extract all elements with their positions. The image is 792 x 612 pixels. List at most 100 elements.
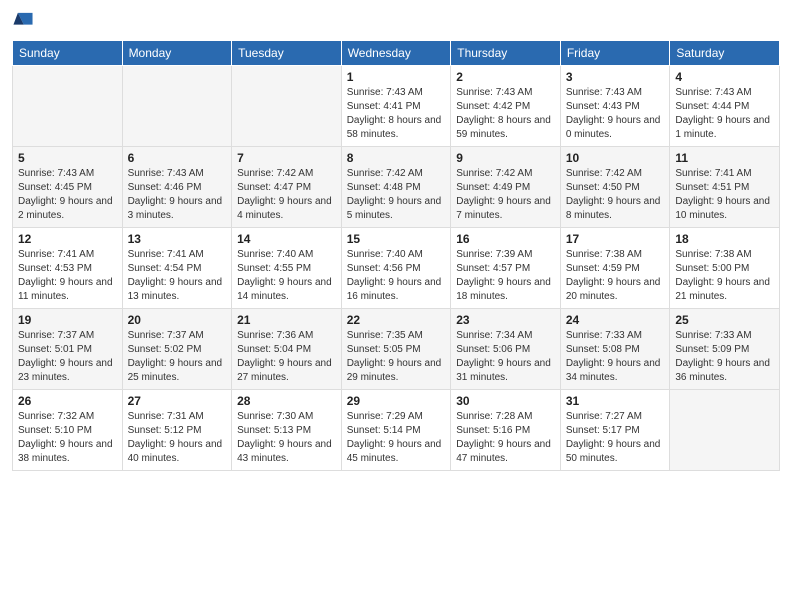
calendar-cell: 15 Sunrise: 7:40 AM Sunset: 4:56 PM Dayli… bbox=[341, 228, 451, 309]
day-number: 7 bbox=[237, 151, 336, 165]
day-number: 24 bbox=[566, 313, 665, 327]
calendar-cell: 3 Sunrise: 7:43 AM Sunset: 4:43 PM Daylig… bbox=[560, 66, 670, 147]
calendar-week-2: 5Sunrise: 7:43 AM Sunset: 4:45 PM Daylig… bbox=[13, 147, 780, 228]
calendar-weekday-sunday: Sunday bbox=[13, 41, 123, 66]
page-header bbox=[12, 10, 780, 32]
day-number: 14 bbox=[237, 232, 336, 246]
day-number: 18 bbox=[675, 232, 774, 246]
day-number: 29 bbox=[347, 394, 446, 408]
calendar-cell: 9 Sunrise: 7:42 AM Sunset: 4:49 PM Daylig… bbox=[451, 147, 561, 228]
day-number: 19 bbox=[18, 313, 117, 327]
day-info: Sunrise: 7:41 AM Sunset: 4:53 PM Dayligh… bbox=[18, 248, 117, 304]
day-number: 6 bbox=[128, 151, 227, 165]
calendar-cell: 20 Sunrise: 7:37 AM Sunset: 5:02 PM Dayli… bbox=[122, 309, 232, 390]
day-number: 23 bbox=[456, 313, 555, 327]
calendar-cell: 11 Sunrise: 7:41 AM Sunset: 4:51 PM Dayli… bbox=[670, 147, 780, 228]
day-number: 17 bbox=[566, 232, 665, 246]
calendar-cell: 24Sunrise: 7:33 AM Sunset: 5:08 PM Dayli… bbox=[560, 309, 670, 390]
calendar-cell: 13Sunrise: 7:41 AM Sunset: 4:54 PM Dayli… bbox=[122, 228, 232, 309]
calendar-cell: 27Sunrise: 7:31 AM Sunset: 5:12 PM Dayli… bbox=[122, 390, 232, 471]
calendar-cell: 19 Sunrise: 7:37 AM Sunset: 5:01 PM Dayli… bbox=[13, 309, 123, 390]
day-info: Sunrise: 7:37 AM Sunset: 5:01 PM Dayligh… bbox=[18, 329, 117, 385]
calendar-week-5: 26 Sunrise: 7:32 AM Sunset: 5:10 PM Dayli… bbox=[13, 390, 780, 471]
calendar-week-1: 1 Sunrise: 7:43 AM Sunset: 4:41 PM Daylig… bbox=[13, 66, 780, 147]
day-number: 13 bbox=[128, 232, 227, 246]
calendar-cell: 12 Sunrise: 7:41 AM Sunset: 4:53 PM Dayli… bbox=[13, 228, 123, 309]
day-info: Sunrise: 7:38 AM Sunset: 4:59 PM Dayligh… bbox=[566, 248, 665, 304]
day-number: 16 bbox=[456, 232, 555, 246]
calendar-cell bbox=[122, 66, 232, 147]
calendar-cell: 18 Sunrise: 7:38 AM Sunset: 5:00 PM Dayli… bbox=[670, 228, 780, 309]
day-info: Sunrise: 7:32 AM Sunset: 5:10 PM Dayligh… bbox=[18, 410, 117, 466]
calendar-weekday-tuesday: Tuesday bbox=[232, 41, 342, 66]
day-number: 20 bbox=[128, 313, 227, 327]
day-info: Sunrise: 7:40 AM Sunset: 4:56 PM Dayligh… bbox=[347, 248, 446, 304]
day-number: 15 bbox=[347, 232, 446, 246]
page-container: SundayMondayTuesdayWednesdayThursdayFrid… bbox=[0, 0, 792, 479]
day-number: 12 bbox=[18, 232, 117, 246]
calendar-cell: 5Sunrise: 7:43 AM Sunset: 4:45 PM Daylig… bbox=[13, 147, 123, 228]
day-number: 31 bbox=[566, 394, 665, 408]
calendar-weekday-saturday: Saturday bbox=[670, 41, 780, 66]
day-info: Sunrise: 7:34 AM Sunset: 5:06 PM Dayligh… bbox=[456, 329, 555, 385]
calendar-cell: 10 Sunrise: 7:42 AM Sunset: 4:50 PM Dayli… bbox=[560, 147, 670, 228]
logo bbox=[12, 10, 38, 32]
calendar-cell: 23 Sunrise: 7:34 AM Sunset: 5:06 PM Dayli… bbox=[451, 309, 561, 390]
calendar-week-4: 19 Sunrise: 7:37 AM Sunset: 5:01 PM Dayli… bbox=[13, 309, 780, 390]
day-number: 3 bbox=[566, 70, 665, 84]
calendar-cell: 30 Sunrise: 7:28 AM Sunset: 5:16 PM Dayli… bbox=[451, 390, 561, 471]
calendar-cell bbox=[13, 66, 123, 147]
day-number: 26 bbox=[18, 394, 117, 408]
day-info: Sunrise: 7:43 AM Sunset: 4:43 PM Dayligh… bbox=[566, 86, 665, 142]
calendar-cell: 1 Sunrise: 7:43 AM Sunset: 4:41 PM Daylig… bbox=[341, 66, 451, 147]
calendar-cell: 16Sunrise: 7:39 AM Sunset: 4:57 PM Dayli… bbox=[451, 228, 561, 309]
day-info: Sunrise: 7:42 AM Sunset: 4:49 PM Dayligh… bbox=[456, 167, 555, 223]
day-info: Sunrise: 7:40 AM Sunset: 4:55 PM Dayligh… bbox=[237, 248, 336, 304]
day-number: 5 bbox=[18, 151, 117, 165]
calendar-cell: 22Sunrise: 7:35 AM Sunset: 5:05 PM Dayli… bbox=[341, 309, 451, 390]
day-info: Sunrise: 7:41 AM Sunset: 4:51 PM Dayligh… bbox=[675, 167, 774, 223]
day-number: 25 bbox=[675, 313, 774, 327]
calendar-header-row: SundayMondayTuesdayWednesdayThursdayFrid… bbox=[13, 41, 780, 66]
day-number: 2 bbox=[456, 70, 555, 84]
day-info: Sunrise: 7:38 AM Sunset: 5:00 PM Dayligh… bbox=[675, 248, 774, 304]
calendar-cell: 21 Sunrise: 7:36 AM Sunset: 5:04 PM Dayli… bbox=[232, 309, 342, 390]
day-number: 11 bbox=[675, 151, 774, 165]
calendar-weekday-friday: Friday bbox=[560, 41, 670, 66]
calendar-weekday-monday: Monday bbox=[122, 41, 232, 66]
day-number: 4 bbox=[675, 70, 774, 84]
day-info: Sunrise: 7:43 AM Sunset: 4:41 PM Dayligh… bbox=[347, 86, 446, 142]
calendar-cell: 29 Sunrise: 7:29 AM Sunset: 5:14 PM Dayli… bbox=[341, 390, 451, 471]
day-number: 21 bbox=[237, 313, 336, 327]
day-info: Sunrise: 7:28 AM Sunset: 5:16 PM Dayligh… bbox=[456, 410, 555, 466]
day-number: 1 bbox=[347, 70, 446, 84]
day-info: Sunrise: 7:42 AM Sunset: 4:50 PM Dayligh… bbox=[566, 167, 665, 223]
calendar-weekday-wednesday: Wednesday bbox=[341, 41, 451, 66]
day-number: 30 bbox=[456, 394, 555, 408]
calendar-cell: 6 Sunrise: 7:43 AM Sunset: 4:46 PM Daylig… bbox=[122, 147, 232, 228]
calendar-cell: 7 Sunrise: 7:42 AM Sunset: 4:47 PM Daylig… bbox=[232, 147, 342, 228]
day-number: 28 bbox=[237, 394, 336, 408]
calendar-cell: 31 Sunrise: 7:27 AM Sunset: 5:17 PM Dayli… bbox=[560, 390, 670, 471]
day-number: 9 bbox=[456, 151, 555, 165]
day-info: Sunrise: 7:29 AM Sunset: 5:14 PM Dayligh… bbox=[347, 410, 446, 466]
calendar-cell bbox=[232, 66, 342, 147]
calendar-cell: 8Sunrise: 7:42 AM Sunset: 4:48 PM Daylig… bbox=[341, 147, 451, 228]
calendar-weekday-thursday: Thursday bbox=[451, 41, 561, 66]
day-number: 8 bbox=[347, 151, 446, 165]
day-info: Sunrise: 7:43 AM Sunset: 4:44 PM Dayligh… bbox=[675, 86, 774, 142]
day-info: Sunrise: 7:27 AM Sunset: 5:17 PM Dayligh… bbox=[566, 410, 665, 466]
calendar-cell: 2 Sunrise: 7:43 AM Sunset: 4:42 PM Daylig… bbox=[451, 66, 561, 147]
calendar-cell: 17 Sunrise: 7:38 AM Sunset: 4:59 PM Dayli… bbox=[560, 228, 670, 309]
day-info: Sunrise: 7:43 AM Sunset: 4:42 PM Dayligh… bbox=[456, 86, 555, 142]
logo-icon bbox=[12, 10, 34, 32]
day-info: Sunrise: 7:36 AM Sunset: 5:04 PM Dayligh… bbox=[237, 329, 336, 385]
calendar-table: SundayMondayTuesdayWednesdayThursdayFrid… bbox=[12, 40, 780, 471]
day-info: Sunrise: 7:42 AM Sunset: 4:47 PM Dayligh… bbox=[237, 167, 336, 223]
day-info: Sunrise: 7:37 AM Sunset: 5:02 PM Dayligh… bbox=[128, 329, 227, 385]
calendar-cell: 28Sunrise: 7:30 AM Sunset: 5:13 PM Dayli… bbox=[232, 390, 342, 471]
day-info: Sunrise: 7:43 AM Sunset: 4:46 PM Dayligh… bbox=[128, 167, 227, 223]
calendar-cell: 4 Sunrise: 7:43 AM Sunset: 4:44 PM Daylig… bbox=[670, 66, 780, 147]
day-number: 10 bbox=[566, 151, 665, 165]
day-info: Sunrise: 7:35 AM Sunset: 5:05 PM Dayligh… bbox=[347, 329, 446, 385]
